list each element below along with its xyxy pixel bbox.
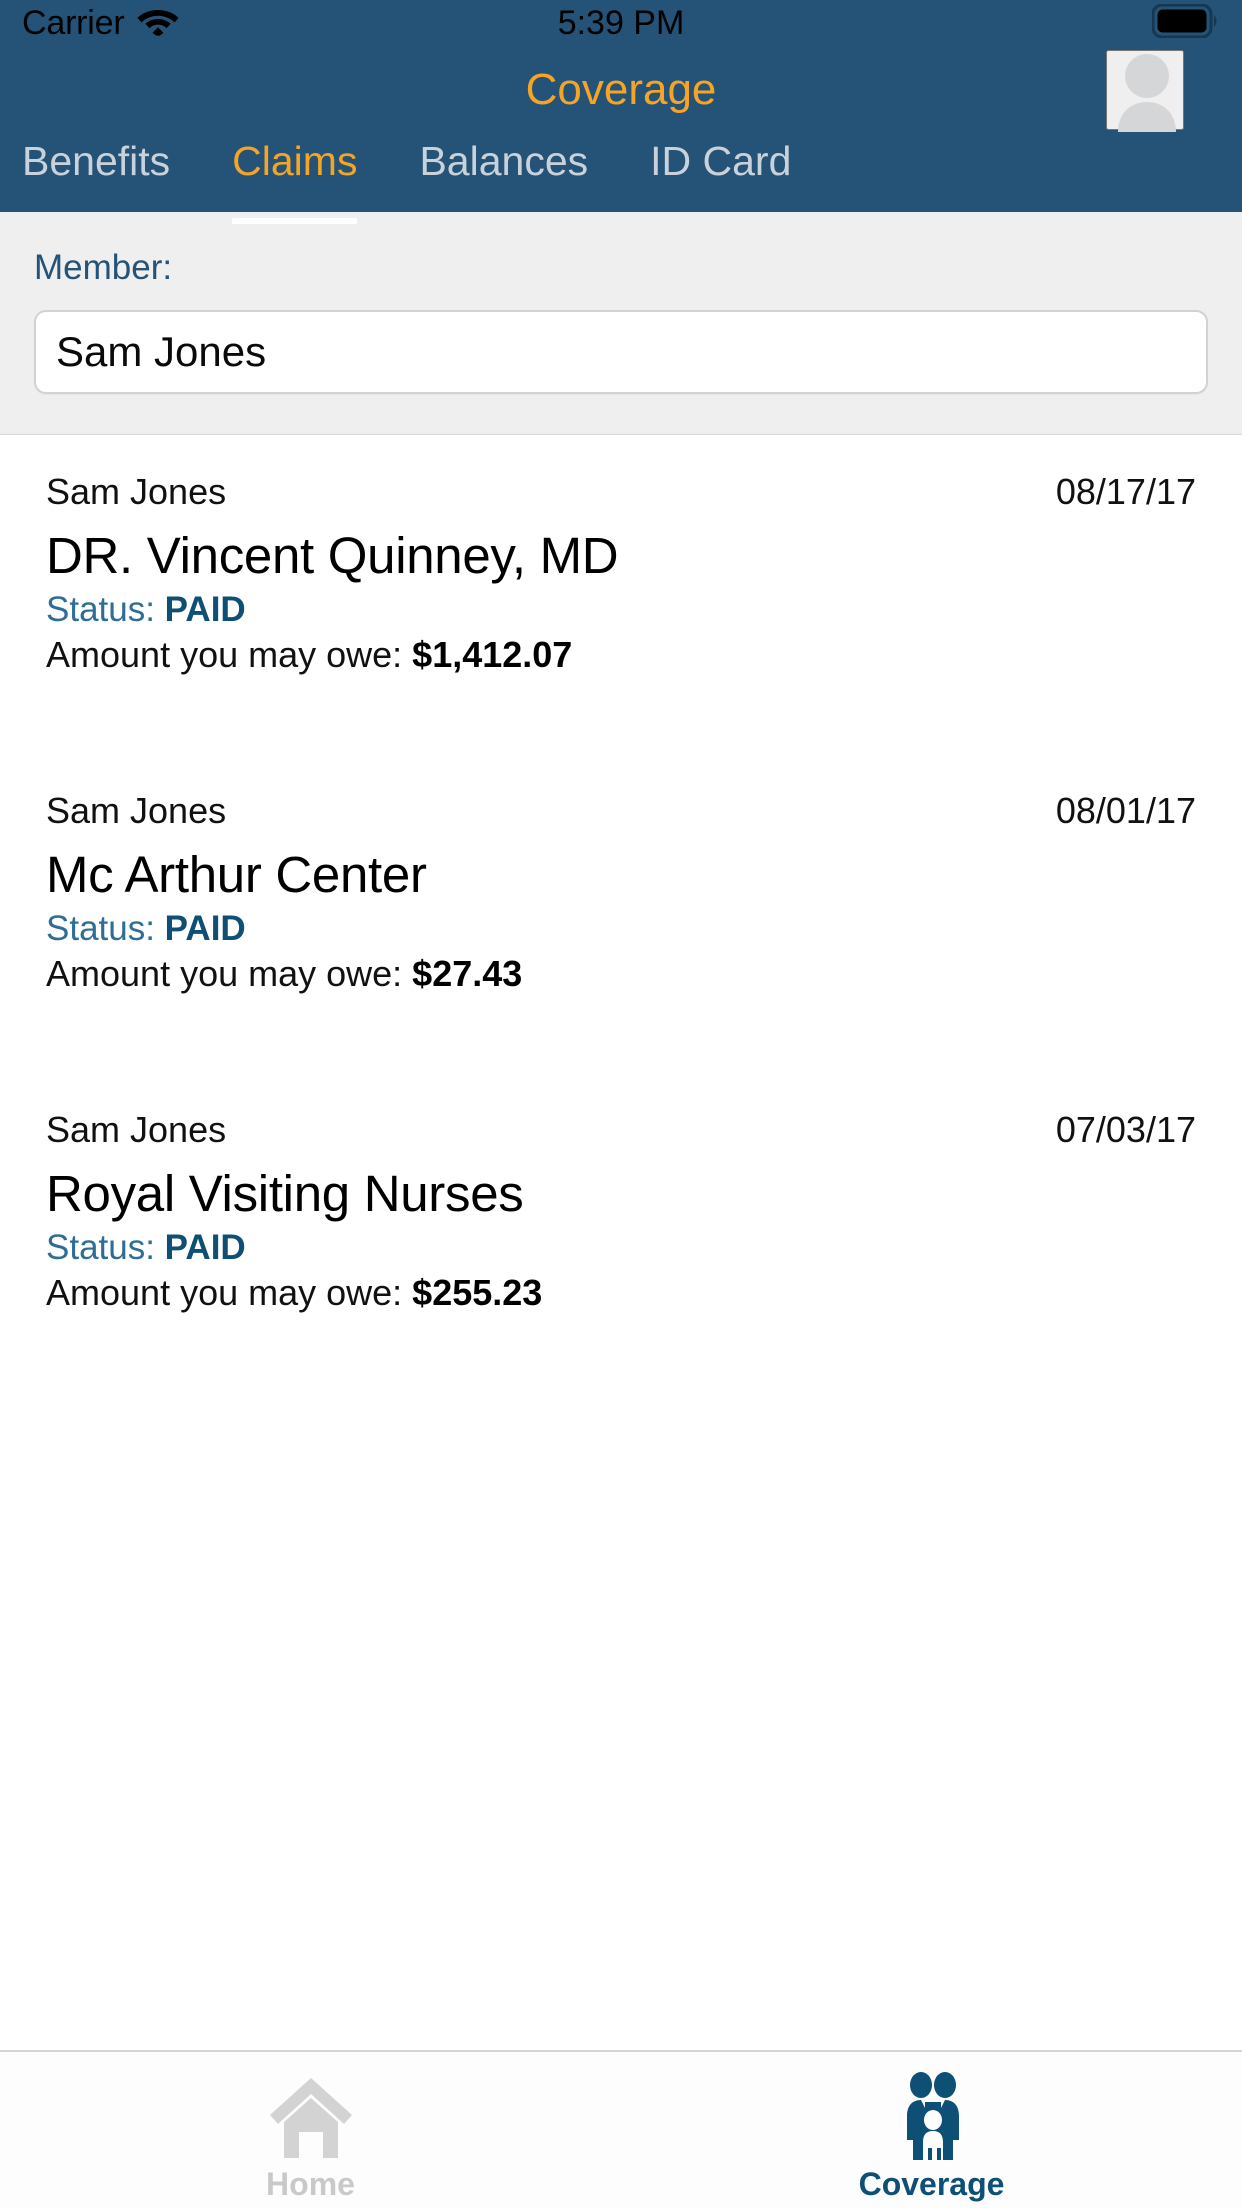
claim-status-badge: PAID (164, 909, 246, 949)
claim-header-row: Sam Jones 08/01/17 (46, 790, 1196, 832)
claim-header-row: Sam Jones 07/03/17 (46, 1109, 1196, 1151)
tab-benefits-label: Benefits (22, 138, 171, 184)
claim-amount-value: $255.23 (412, 1272, 543, 1314)
claim-date: 08/17/17 (1055, 471, 1196, 512)
page-title: Coverage (525, 65, 717, 114)
bottom-tab-home-label: Home (266, 2165, 355, 2202)
claim-member-name: Sam Jones (46, 471, 227, 512)
claim-provider-name: DR. Vincent Quinney, MD (46, 527, 619, 584)
family-icon (892, 2071, 972, 2162)
member-filter-label: Member: (34, 248, 173, 287)
bottom-navigation-bar: Home Coverage (0, 2050, 1242, 2208)
claim-status-badge: PAID (164, 590, 246, 630)
claim-list-item[interactable]: Sam Jones 08/01/17 Mc Arthur Center Stat… (0, 774, 1242, 1023)
app-root: Carrier 5:39 PM Coverage Benefits Claims… (0, 0, 1242, 2208)
status-bar-right (1151, 3, 1220, 43)
claim-amount-line: Amount you may owe: $27.43 (46, 953, 1196, 995)
tab-balances[interactable]: Balances (419, 134, 588, 212)
bottom-tab-coverage[interactable]: Coverage (621, 2052, 1242, 2208)
claim-member-name: Sam Jones (46, 790, 227, 832)
claim-status-line: Status: PAID (46, 909, 1196, 949)
status-bar-left: Carrier (22, 4, 179, 43)
claim-status-badge: PAID (164, 1228, 246, 1268)
bottom-tab-coverage-label: Coverage (858, 2165, 1005, 2202)
claim-separator (0, 1023, 1242, 1093)
member-select-input[interactable]: Sam Jones (34, 310, 1208, 394)
clock-label: 5:39 PM (557, 3, 685, 42)
claim-provider-name: Royal Visiting Nurses (46, 1165, 524, 1223)
tab-id-card-label: ID Card (650, 138, 792, 184)
user-avatar-icon (1118, 54, 1176, 132)
claim-status-label: Status: (46, 909, 165, 949)
navigation-bar: Coverage (0, 46, 1242, 134)
claim-date: 08/01/17 (1055, 790, 1196, 832)
claims-list[interactable]: Sam Jones 08/17/17 DR. Vincent Quinney, … (0, 435, 1242, 2050)
claim-status-line: Status: PAID (46, 590, 1196, 630)
bottom-tab-home[interactable]: Home (0, 2052, 621, 2208)
profile-avatar-button[interactable] (1106, 50, 1184, 132)
claim-status-label: Status: (46, 590, 165, 630)
tab-id-card[interactable]: ID Card (650, 134, 791, 212)
tab-claims[interactable]: Claims (232, 134, 358, 224)
claim-amount-line: Amount you may owe: $1,412.07 (46, 634, 1196, 676)
claim-header-row: Sam Jones 08/17/17 (46, 471, 1196, 513)
claim-amount-label: Amount you may owe: (46, 953, 413, 995)
home-icon (267, 2072, 355, 2162)
claim-provider-name: Mc Arthur Center (46, 846, 427, 904)
claim-amount-value: $27.43 (412, 953, 523, 995)
claim-status-label: Status: (46, 1228, 165, 1268)
tab-balances-label: Balances (419, 138, 589, 184)
claim-amount-line: Amount you may owe: $255.23 (46, 1272, 1196, 1314)
member-select-value: Sam Jones (56, 328, 267, 375)
member-filter-panel: Member: Sam Jones (0, 212, 1242, 435)
claim-list-item[interactable]: Sam Jones 08/17/17 DR. Vincent Quinney, … (0, 455, 1242, 704)
claim-status-line: Status: PAID (46, 1228, 1196, 1268)
section-tab-bar: Benefits Claims Balances ID Card (0, 134, 1242, 224)
wifi-icon (137, 5, 179, 42)
claim-list-item[interactable]: Sam Jones 07/03/17 Royal Visiting Nurses… (0, 1093, 1242, 1342)
battery-full-icon (1151, 3, 1220, 43)
tab-claims-label: Claims (232, 138, 358, 184)
status-bar: Carrier 5:39 PM (0, 0, 1242, 46)
carrier-label: Carrier (22, 3, 125, 42)
claim-amount-label: Amount you may owe: (46, 634, 413, 676)
claim-amount-label: Amount you may owe: (46, 1272, 413, 1314)
claim-separator (0, 704, 1242, 774)
claim-date: 07/03/17 (1055, 1109, 1196, 1151)
tab-benefits[interactable]: Benefits (22, 134, 170, 212)
claim-member-name: Sam Jones (46, 1109, 227, 1151)
claim-amount-value: $1,412.07 (412, 634, 573, 676)
